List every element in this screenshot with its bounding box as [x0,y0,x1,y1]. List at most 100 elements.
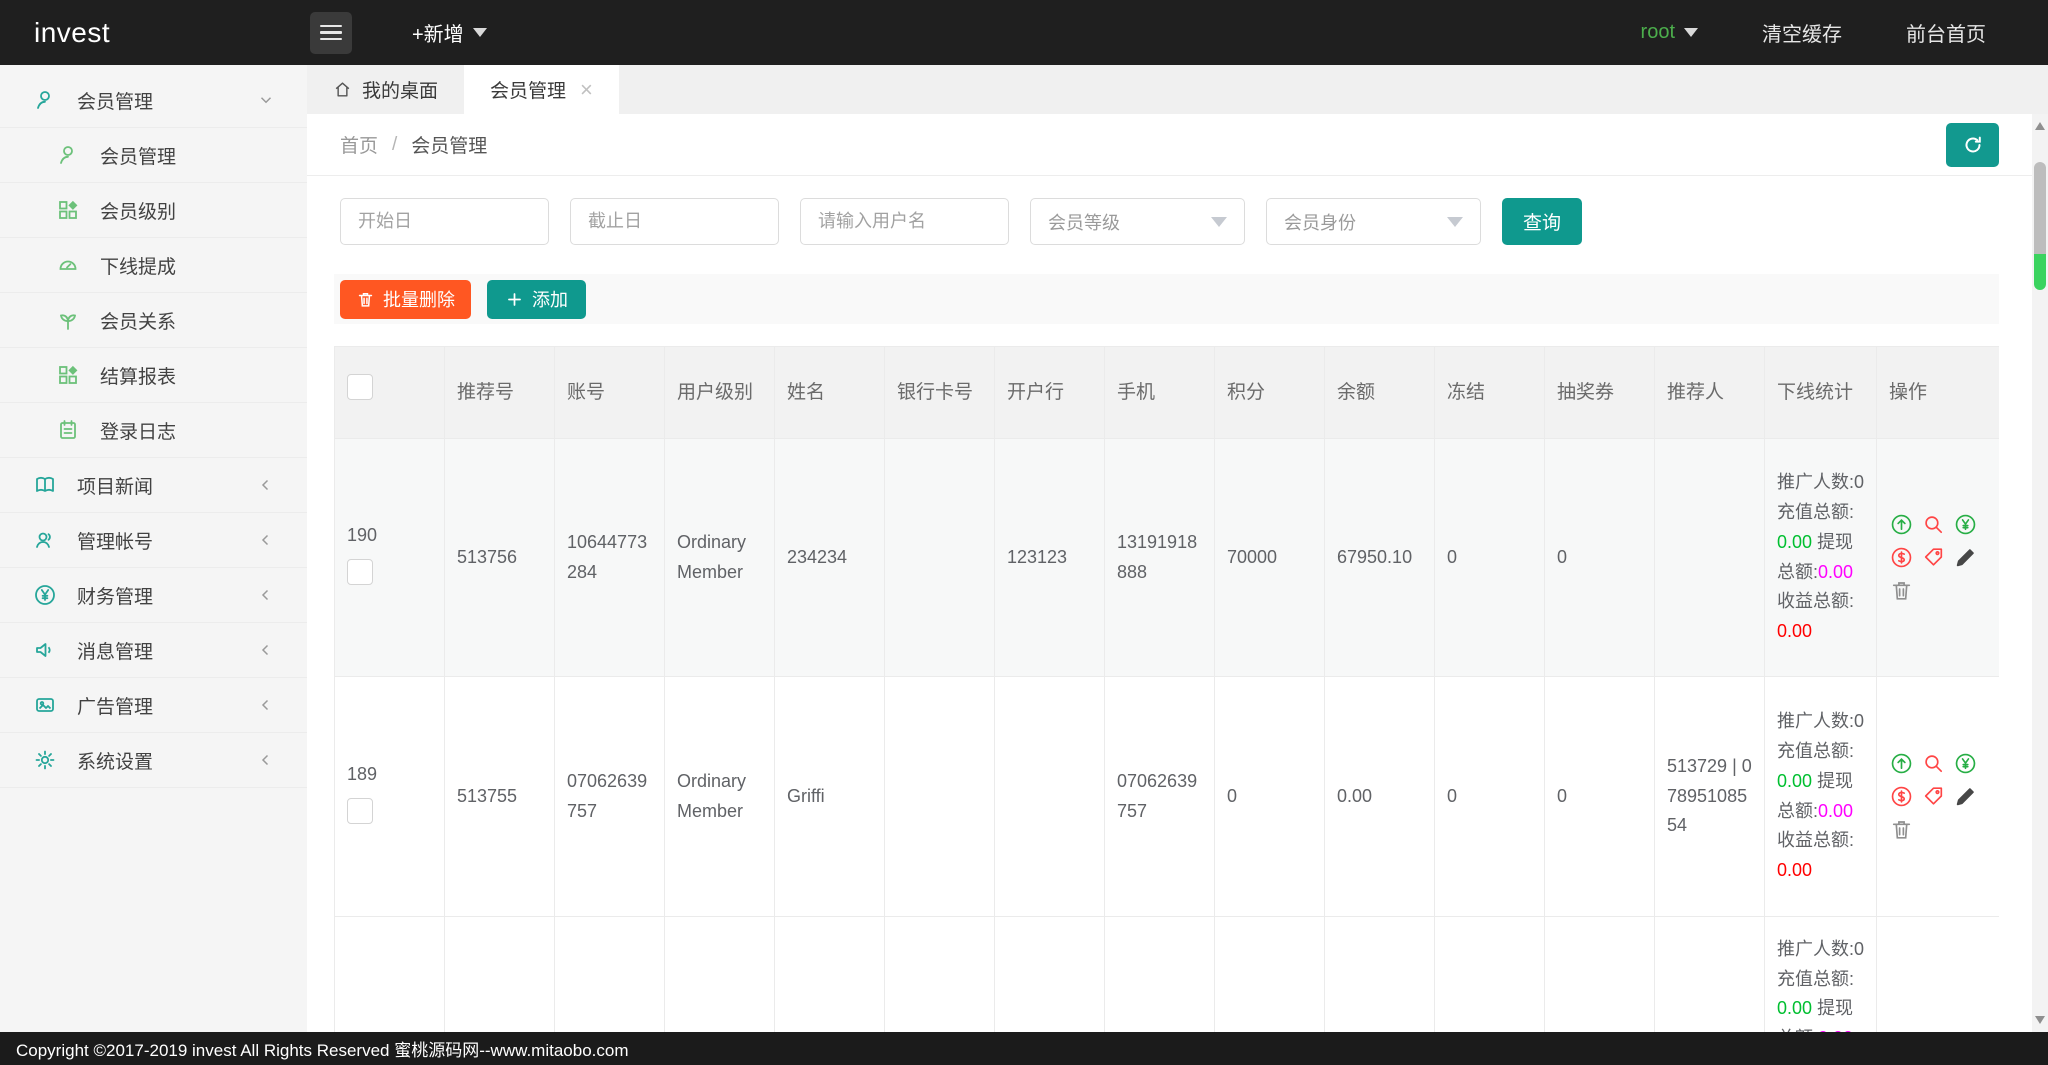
cell-tickets: 0 [1545,439,1655,677]
chevron-left-icon [257,476,275,494]
upgrade-icon[interactable] [1889,512,1914,537]
edit-icon[interactable] [1953,545,1978,570]
sidebar-item-member-management-parent[interactable]: 会员管理 [0,73,307,128]
tab-my-desktop[interactable]: 我的桌面 [307,65,464,114]
sidebar-item-login-log[interactable]: 登录日志 [0,403,307,458]
search-button[interactable]: 查询 [1502,198,1582,245]
col-header: 银行卡号 [885,347,995,439]
sidebar-item-label: 财务管理 [77,582,153,609]
batch-delete-label: 批量删除 [383,286,455,312]
cell-name: Griffi [775,677,885,917]
col-header: 手机 [1105,347,1215,439]
username-input[interactable] [800,198,1009,245]
front-home-link[interactable]: 前台首页 [1906,18,1986,47]
sidebar-item-project-news[interactable]: 项目新闻 [0,458,307,513]
sidebar-item-downline-commission[interactable]: 下线提成 [0,238,307,293]
speaker-icon [33,638,57,662]
cell-bank [995,677,1105,917]
scrollbar-thumb[interactable] [2034,162,2046,254]
sidebar-item-member-relations[interactable]: 会员关系 [0,293,307,348]
cell-account: 07062639757 [555,677,665,917]
chevron-down-icon [257,91,275,109]
new-menu-button[interactable]: +新增 [412,18,487,47]
table-toolbar: 批量删除 添加 [334,274,1999,324]
sidebar-item-label: 广告管理 [77,692,153,719]
cell-downline-stats: 推广人数:0 充值总额:0.00 提现总额:0.00 收益总额:0.00 [1765,439,1877,677]
sidebar-item-label: 结算报表 [100,362,176,389]
sidebar-item-label: 管理帐号 [77,527,153,554]
sidebar-item-system-settings[interactable]: 系统设置 [0,733,307,788]
edit-icon[interactable] [1953,784,1978,809]
cell-bank-card [885,677,995,917]
cell-balance: 0.00 [1325,677,1435,917]
search-detail-icon[interactable] [1921,512,1946,537]
sidebar: 会员管理 会员管理 会员级别 下线提成 会员关系 结算报表 登录日志 项目新闻 … [0,65,307,1032]
member-level-select-value: 会员等级 [1048,209,1120,235]
user-menu[interactable]: root [1641,21,1698,44]
filter-bar: 会员等级 会员身份 查询 [340,198,1582,245]
select-all-checkbox[interactable] [347,374,373,400]
yen-circle-icon [33,583,57,607]
col-header: 推荐号 [445,347,555,439]
book-icon [33,473,57,497]
tag-icon[interactable] [1921,545,1946,570]
tab-label: 我的桌面 [362,76,438,103]
close-icon[interactable]: × [580,79,593,101]
user-icon [56,143,80,167]
col-header: 下线统计 [1765,347,1877,439]
sidebar-item-admin-accounts[interactable]: 管理帐号 [0,513,307,568]
scrollbar-green-segment [2034,254,2046,290]
cell-phone: 07062639757 [1105,677,1215,917]
sidebar-item-label: 项目新闻 [77,472,153,499]
col-header: 姓名 [775,347,885,439]
scroll-down-arrow-icon[interactable] [2035,1016,2045,1024]
member-identity-select[interactable]: 会员身份 [1266,198,1481,245]
table-row: 190 513756 10644773284 Ordinary Member 2… [335,439,2000,677]
journal-icon [56,418,80,442]
scrollbar[interactable] [2032,114,2048,1032]
sidebar-item-member-list[interactable]: 会员管理 [0,128,307,183]
sidebar-item-member-level[interactable]: 会员级别 [0,183,307,238]
upgrade-icon[interactable] [1889,751,1914,776]
delete-icon[interactable] [1889,817,1914,842]
sidebar-item-message-management[interactable]: 消息管理 [0,623,307,678]
add-button[interactable]: 添加 [487,280,586,319]
start-date-input[interactable] [340,198,549,245]
refresh-button[interactable] [1946,123,1999,167]
row-checkbox[interactable] [347,559,373,585]
tag-icon[interactable] [1921,784,1946,809]
cell-downline-stats: 推广人数:0 充值总额:0.00 提现总额:0.00 收益总额:0.00 [1765,677,1877,917]
cell-frozen: 0 [1435,677,1545,917]
delete-icon[interactable] [1889,578,1914,603]
col-header: 余额 [1325,347,1435,439]
cell-ref-no: 513755 [445,677,555,917]
yen-adjust-icon[interactable] [1953,751,1978,776]
main-content: 首页 / 会员管理 会员等级 会员身份 查询 批量删除 添加 [307,114,2048,1032]
scroll-up-arrow-icon[interactable] [2035,122,2045,130]
hamburger-icon [320,21,342,45]
breadcrumb-home[interactable]: 首页 [340,131,378,158]
col-header: 抽奖券 [1545,347,1655,439]
sidebar-toggle-button[interactable] [310,12,352,54]
member-level-select[interactable]: 会员等级 [1030,198,1245,245]
chevron-left-icon [257,696,275,714]
yen-adjust-icon[interactable] [1953,512,1978,537]
topbar-right: root 清空缓存 前台首页 [1641,18,2048,47]
tab-member-management[interactable]: 会员管理 × [464,65,619,114]
end-date-input[interactable] [570,198,779,245]
tab-bar: 我的桌面 会员管理 × [307,65,2048,114]
breadcrumb: 首页 / 会员管理 [307,114,2048,176]
cell-phone: 13191918888 [1105,439,1215,677]
sidebar-item-finance-management[interactable]: 财务管理 [0,568,307,623]
cell-level: Ordinary Member [665,677,775,917]
sidebar-item-ad-management[interactable]: 广告管理 [0,678,307,733]
row-checkbox[interactable] [347,798,373,824]
table-row: 189 513755 07062639757 Ordinary Member G… [335,677,2000,917]
dollar-adjust-icon[interactable] [1889,784,1914,809]
search-detail-icon[interactable] [1921,751,1946,776]
sidebar-item-settlement-report[interactable]: 结算报表 [0,348,307,403]
batch-delete-button[interactable]: 批量删除 [340,280,471,319]
refresh-icon [1961,133,1985,157]
clear-cache-link[interactable]: 清空缓存 [1762,18,1842,47]
dollar-adjust-icon[interactable] [1889,545,1914,570]
